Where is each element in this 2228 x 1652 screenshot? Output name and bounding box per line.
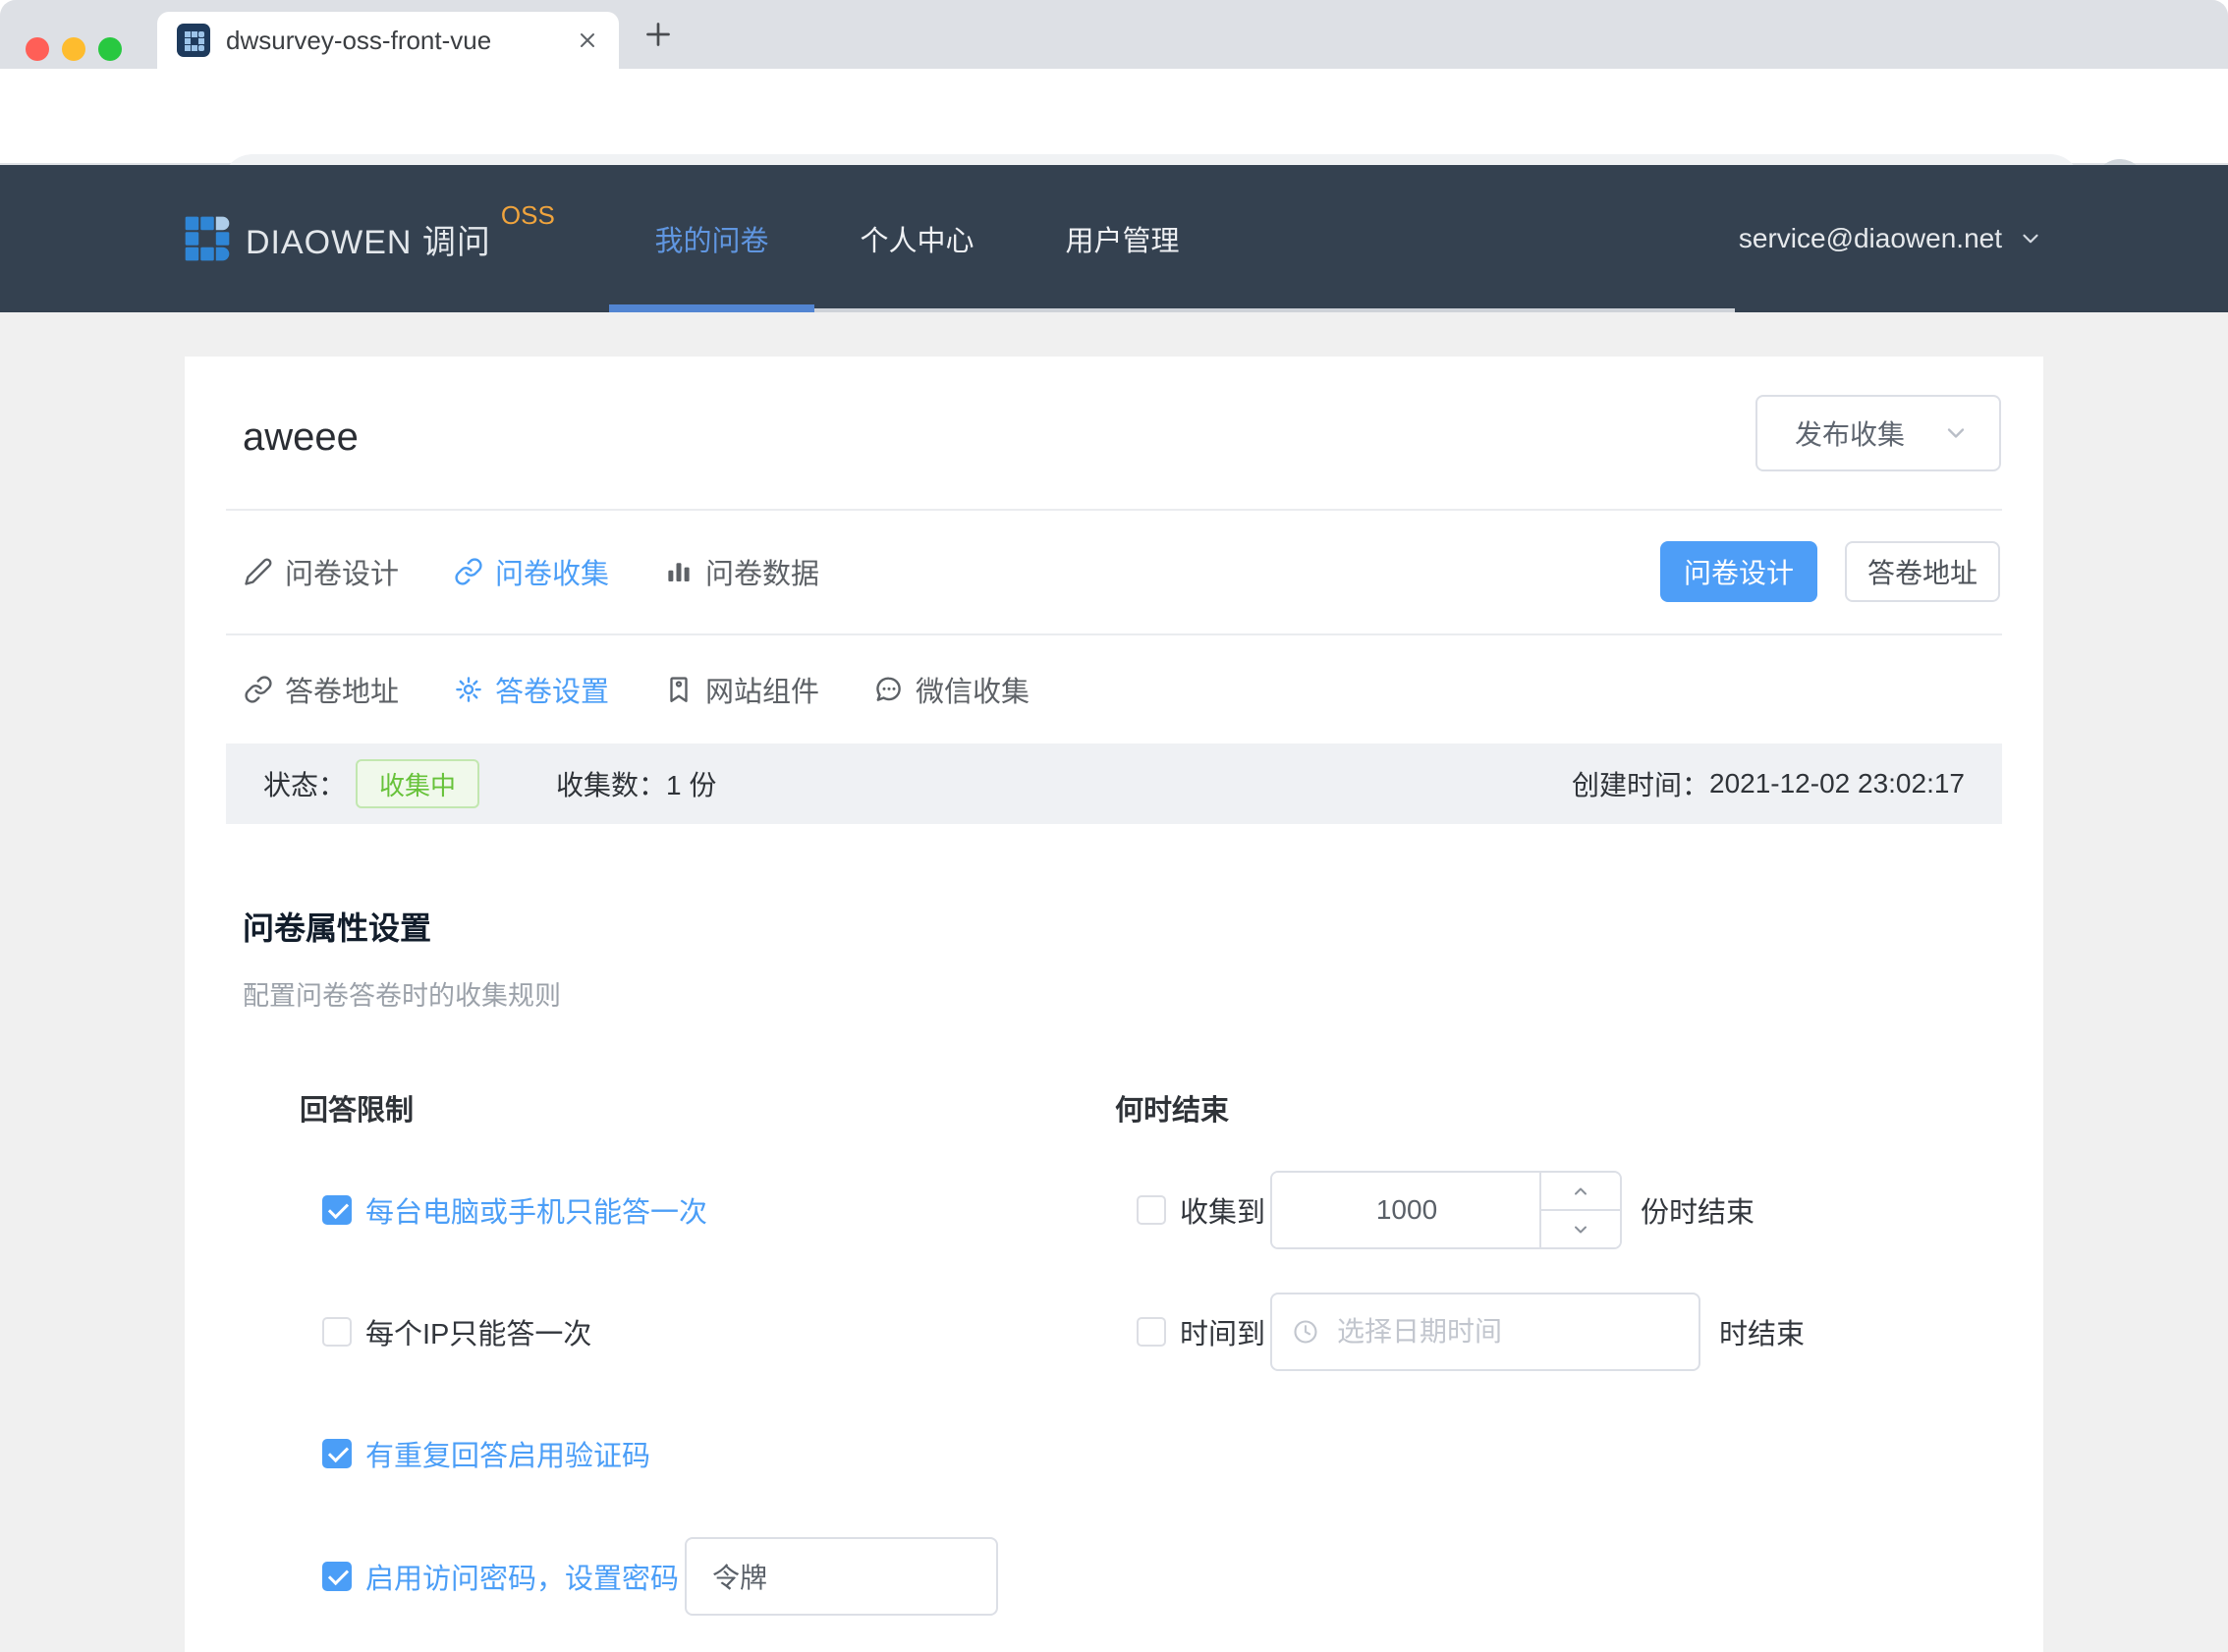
browser-tabstrip: dwsurvey-oss-front-vue xyxy=(0,0,2228,69)
checkbox-one-answer-per-device[interactable] xyxy=(322,1195,352,1225)
nav-item-my-surveys[interactable]: 我的问卷 xyxy=(609,165,814,312)
time-rule-label[interactable]: 时间到 xyxy=(1180,1311,1265,1352)
wechat-chat-icon xyxy=(874,675,904,704)
browser-window: dwsurvey-oss-front-vue localhost:8083/#/… xyxy=(0,0,2228,1652)
tab-label: 问卷设计 xyxy=(285,551,399,592)
publish-collect-label: 发布收集 xyxy=(1795,413,1905,453)
created-time-label: 创建时间： xyxy=(1572,764,1709,803)
favicon xyxy=(177,24,210,57)
user-email: service@diaowen.net xyxy=(1739,223,2002,254)
quantity-stepper xyxy=(1270,1171,1622,1249)
created-time-value: 2021-12-02 23:02:17 xyxy=(1709,768,1965,799)
app-logo[interactable]: DIAOWEN 调问 OSS xyxy=(185,165,555,312)
tab-survey-design[interactable]: 问卷设计 xyxy=(244,551,399,592)
chevron-down-icon xyxy=(2018,226,2043,251)
diaowen-logo-icon xyxy=(185,206,230,271)
quantity-rule-row: 收集到 份时结束 xyxy=(1137,1171,1755,1249)
time-rule-suffix: 时结束 xyxy=(1719,1311,1805,1352)
browser-tab[interactable]: dwsurvey-oss-front-vue xyxy=(157,12,619,69)
survey-design-button[interactable]: 问卷设计 xyxy=(1660,541,1817,602)
option-label[interactable]: 启用访问密码，设置密码 xyxy=(365,1556,679,1597)
app-navbar: DIAOWEN 调问 OSS 我的问卷 个人中心 用户管理 service@di… xyxy=(0,165,2228,312)
tab-label: 微信收集 xyxy=(916,669,1030,710)
window-minimize-button[interactable] xyxy=(62,37,85,61)
nav-item-user-management[interactable]: 用户管理 xyxy=(1020,165,1225,312)
primary-tabs: 问卷设计 问卷收集 问卷数据 问卷设计 答卷地址 xyxy=(226,510,2002,633)
tab-label: 网站组件 xyxy=(705,669,819,710)
tab-label: 问卷收集 xyxy=(495,551,609,592)
option-label[interactable]: 每台电脑或手机只能答一次 xyxy=(365,1189,707,1231)
survey-title: aweee xyxy=(243,415,359,460)
clock-icon xyxy=(1292,1318,1319,1346)
chevron-down-icon xyxy=(1942,419,1970,447)
tab-wechat-collect[interactable]: 微信收集 xyxy=(874,669,1030,710)
option-row: 启用访问密码，设置密码 xyxy=(322,1537,998,1616)
tab-survey-data[interactable]: 问卷数据 xyxy=(664,551,819,592)
window-close-button[interactable] xyxy=(26,37,49,61)
access-password-input[interactable] xyxy=(685,1537,998,1616)
tab-label: 答卷地址 xyxy=(285,669,399,710)
link-icon xyxy=(454,557,483,586)
status-bar: 状态： 收集中 收集数： 1 份 创建时间： 2021-12-02 23:02:… xyxy=(226,743,2002,824)
option-label[interactable]: 有重复回答启用验证码 xyxy=(365,1433,650,1474)
tab-answer-settings[interactable]: 答卷设置 xyxy=(454,669,609,710)
checkbox-captcha-on-repeat[interactable] xyxy=(322,1439,352,1468)
answer-url-button[interactable]: 答卷地址 xyxy=(1845,541,2000,602)
checkbox-end-by-time[interactable] xyxy=(1137,1317,1166,1347)
nav-item-profile-center[interactable]: 个人中心 xyxy=(814,165,1020,312)
brand-badge: OSS xyxy=(501,200,555,231)
option-row: 每个IP只能答一次 xyxy=(322,1317,591,1347)
checkbox-access-password[interactable] xyxy=(322,1562,352,1591)
quantity-input[interactable] xyxy=(1272,1173,1541,1247)
user-dropdown[interactable]: service@diaowen.net xyxy=(1739,165,2043,312)
settings-heading: 问卷属性设置 xyxy=(243,904,431,949)
status-badge: 收集中 xyxy=(356,759,479,808)
status-label: 状态： xyxy=(263,764,346,803)
checkbox-one-answer-per-ip[interactable] xyxy=(322,1317,352,1347)
pencil-icon xyxy=(244,557,273,586)
new-tab-button[interactable] xyxy=(641,17,676,52)
tab-survey-collect[interactable]: 问卷收集 xyxy=(454,551,609,592)
widget-tag-icon xyxy=(664,675,694,704)
tab-label: 答卷设置 xyxy=(495,669,609,710)
publish-collect-dropdown[interactable]: 发布收集 xyxy=(1755,395,2001,471)
quantity-rule-label[interactable]: 收集到 xyxy=(1180,1189,1265,1231)
tab-label: 问卷数据 xyxy=(705,551,819,592)
settings-subheading: 配置问卷答卷时的收集规则 xyxy=(243,974,561,1013)
gear-icon xyxy=(454,675,483,704)
secondary-tabs: 答卷地址 答卷设置 网站组件 微信收集 xyxy=(226,634,2002,743)
datetime-input[interactable] xyxy=(1270,1293,1700,1371)
time-rule-row: 时间到 时结束 xyxy=(1137,1293,1805,1371)
option-label[interactable]: 每个IP只能答一次 xyxy=(365,1311,591,1352)
collect-count-value: 1 份 xyxy=(666,764,716,803)
answer-limit-heading: 回答限制 xyxy=(300,1087,414,1129)
bar-chart-icon xyxy=(664,557,694,586)
end-rules-heading: 何时结束 xyxy=(1115,1087,1229,1129)
tab-site-widget[interactable]: 网站组件 xyxy=(664,669,819,710)
survey-card: aweee 发布收集 问卷设计 问卷收集 xyxy=(185,357,2043,1652)
brand-name: DIAOWEN 调问 xyxy=(246,215,491,263)
stepper-increase-button[interactable] xyxy=(1541,1173,1620,1211)
option-row: 有重复回答启用验证码 xyxy=(322,1439,650,1468)
link-icon xyxy=(244,675,273,704)
quantity-rule-suffix: 份时结束 xyxy=(1641,1189,1755,1231)
datetime-picker xyxy=(1270,1293,1700,1371)
stepper-decrease-button[interactable] xyxy=(1541,1211,1620,1247)
tab-title: dwsurvey-oss-front-vue xyxy=(226,26,576,56)
tab-answer-url[interactable]: 答卷地址 xyxy=(244,669,399,710)
window-zoom-button[interactable] xyxy=(98,37,122,61)
tab-close-icon[interactable] xyxy=(576,28,599,52)
checkbox-end-by-count[interactable] xyxy=(1137,1195,1166,1225)
app-menu: 我的问卷 个人中心 用户管理 xyxy=(609,165,1735,312)
collect-count-label: 收集数： xyxy=(556,764,666,803)
browser-toolbar: localhost:8083/#/dw/survey/c/attr/c98fa1… xyxy=(0,69,2228,165)
option-row: 每台电脑或手机只能答一次 xyxy=(322,1195,707,1225)
